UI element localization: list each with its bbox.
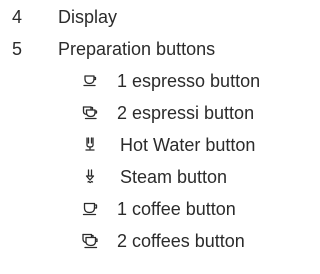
button-label: 1 espresso button [117, 71, 261, 91]
item-number: 5 [12, 39, 23, 59]
double-coffee-cups-icon [82, 233, 98, 249]
item-label: Display [58, 7, 118, 27]
button-label: Hot Water button [120, 135, 256, 155]
button-label: 2 espressi button [117, 103, 255, 123]
item-label: Preparation buttons [58, 39, 216, 59]
button-label: 1 coffee button [117, 199, 236, 219]
button-legend: 4 Display 5 Preparation buttons 1 espres… [0, 0, 268, 274]
item-number: 4 [12, 7, 23, 27]
button-label: 2 coffees button [117, 231, 245, 251]
hot-water-spout-icon [82, 137, 98, 153]
button-label: Steam button [120, 167, 228, 187]
steam-nozzle-icon [82, 169, 98, 185]
single-espresso-cup-icon [82, 73, 98, 89]
double-espresso-cups-icon [82, 105, 98, 121]
single-coffee-cup-icon [82, 201, 98, 217]
